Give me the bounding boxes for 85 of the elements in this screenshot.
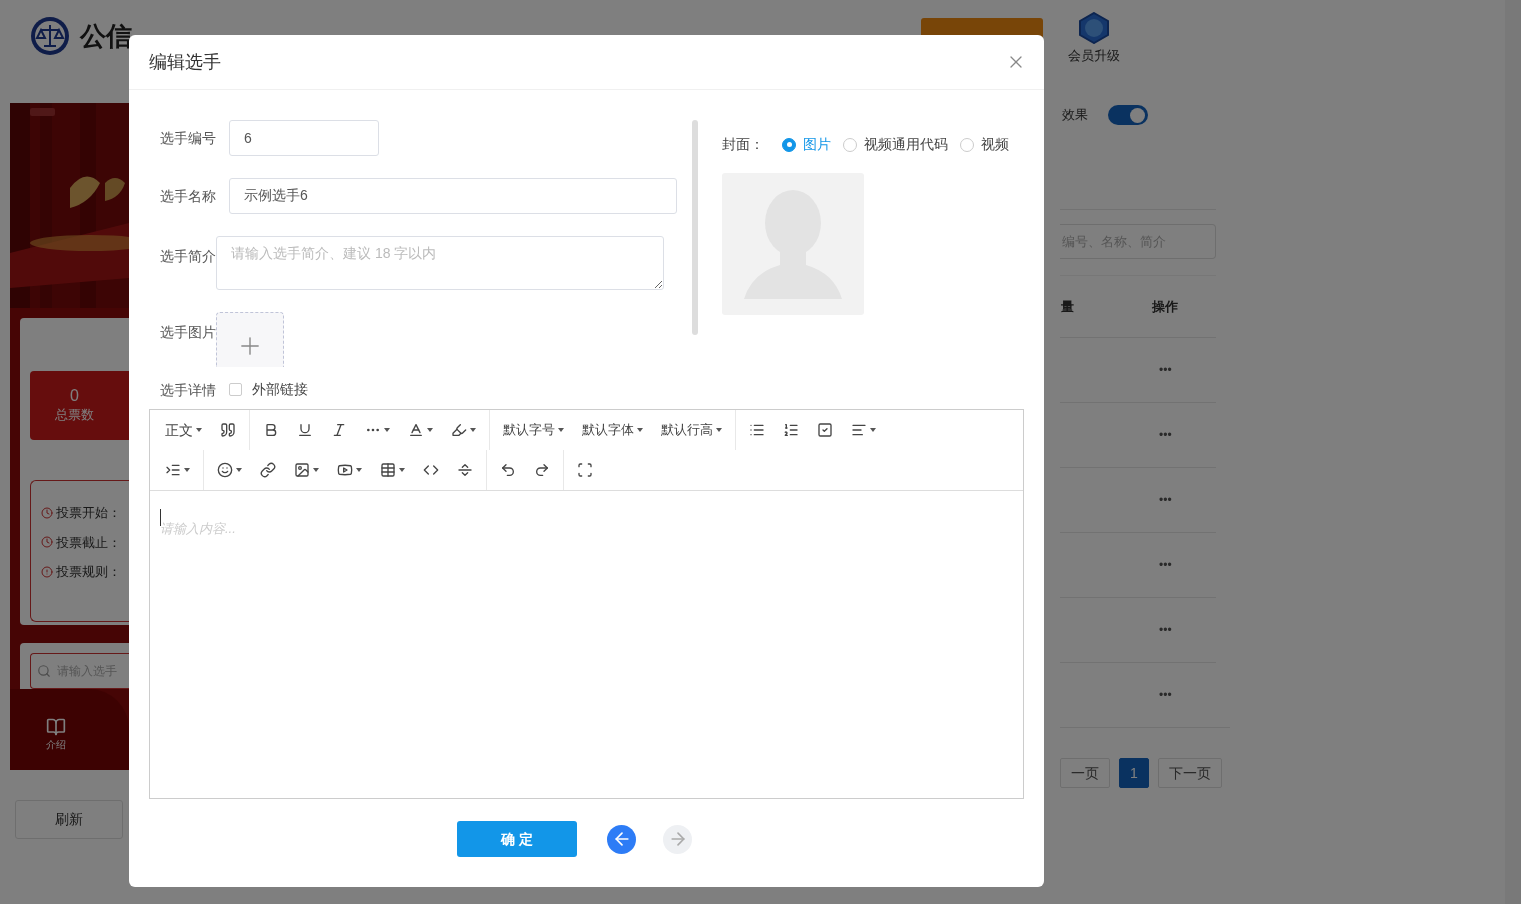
bold-icon bbox=[263, 422, 279, 438]
caret-icon bbox=[236, 468, 242, 472]
paragraph-dropdown[interactable]: 正文 bbox=[156, 415, 211, 445]
more-actions-button[interactable]: ••• bbox=[1159, 364, 1172, 376]
stat-value: 0 bbox=[70, 386, 79, 405]
highlighter-icon bbox=[451, 422, 467, 438]
field-label: 选手图片 bbox=[160, 324, 216, 340]
checkbox[interactable] bbox=[229, 383, 242, 396]
indent-icon bbox=[165, 462, 181, 478]
redo-icon bbox=[534, 462, 550, 478]
font-size-dropdown[interactable]: 默认字号 bbox=[494, 415, 573, 445]
underline-icon bbox=[297, 422, 313, 438]
caret-icon bbox=[356, 468, 362, 472]
pagination-button[interactable]: 1 bbox=[1119, 758, 1149, 788]
numbered-list-icon bbox=[783, 422, 799, 438]
column-header: 操作 bbox=[1152, 297, 1178, 316]
caret-icon bbox=[313, 468, 319, 472]
divider-icon bbox=[457, 462, 473, 478]
info-label: 投票规则： bbox=[56, 563, 121, 581]
emoji-icon bbox=[217, 462, 233, 478]
font-family-dropdown[interactable]: 默认字体 bbox=[573, 415, 652, 445]
field-label: 选手名称 bbox=[160, 187, 217, 206]
align-icon bbox=[851, 422, 867, 438]
book-icon bbox=[46, 717, 66, 737]
more-actions-button[interactable]: ••• bbox=[1159, 559, 1172, 571]
more-actions-button[interactable]: ••• bbox=[1159, 494, 1172, 506]
checkbox-list-icon bbox=[817, 422, 833, 438]
more-actions-button[interactable]: ••• bbox=[1159, 689, 1172, 701]
scales-logo-icon bbox=[30, 16, 70, 56]
column-header: 量 bbox=[1060, 297, 1075, 316]
italic-icon bbox=[331, 422, 347, 438]
caret-icon bbox=[558, 428, 564, 432]
line-height-dropdown[interactable]: 默认行高 bbox=[652, 415, 731, 445]
caret-icon bbox=[399, 468, 405, 472]
pagination-button[interactable]: 一页 bbox=[1060, 758, 1110, 788]
search-icon bbox=[37, 664, 51, 678]
caret-icon bbox=[427, 428, 433, 432]
link-icon bbox=[260, 462, 276, 478]
alert-icon bbox=[41, 565, 53, 578]
caret-icon bbox=[637, 428, 643, 432]
caret-icon bbox=[870, 428, 876, 432]
checkbox-label: 外部链接 bbox=[252, 380, 308, 399]
image-icon bbox=[294, 462, 310, 478]
caret-icon bbox=[196, 428, 202, 432]
dialog-title: 编辑选手 bbox=[149, 50, 221, 74]
intro-tab[interactable]: 介绍 bbox=[46, 717, 66, 752]
pagination-button[interactable]: 下一页 bbox=[1157, 758, 1222, 788]
quote-icon bbox=[220, 422, 236, 438]
clock-icon bbox=[41, 506, 53, 519]
field-label: 选手详情 bbox=[160, 380, 217, 400]
text-field[interactable]: 示例选手6 bbox=[229, 178, 677, 214]
field-label: 选手编号 bbox=[160, 129, 217, 148]
clock-icon bbox=[41, 536, 53, 549]
more-actions-button[interactable]: ••• bbox=[1159, 429, 1172, 441]
undo-icon bbox=[500, 462, 516, 478]
cover-radio[interactable]: 视频通用代码 bbox=[843, 134, 948, 155]
info-label: 投票开始： bbox=[56, 504, 121, 522]
stat-label: 总票数 bbox=[55, 405, 94, 424]
text-field[interactable]: 6 bbox=[229, 120, 379, 156]
code-icon bbox=[423, 462, 439, 478]
bullet-list-icon bbox=[749, 422, 765, 438]
info-label: 投票截止： bbox=[56, 533, 121, 552]
scrollbar[interactable] bbox=[692, 120, 698, 335]
vip-badge-icon bbox=[1077, 12, 1111, 44]
effect-toggle[interactable] bbox=[1108, 105, 1148, 125]
vip-upgrade-link[interactable]: 会员升级 bbox=[1068, 46, 1120, 66]
caret-icon bbox=[184, 468, 190, 472]
more-actions-button[interactable]: ••• bbox=[1159, 624, 1172, 636]
caret-icon bbox=[470, 428, 476, 432]
intro-textarea[interactable]: 请输入选手简介、建议 18 字以内 bbox=[216, 236, 664, 290]
back-button[interactable] bbox=[607, 824, 636, 854]
fullscreen-icon bbox=[577, 462, 593, 478]
cover-label: 封面： bbox=[722, 135, 764, 154]
cover-radio[interactable]: 视频 bbox=[960, 134, 1009, 155]
cover-radio[interactable]: 图片 bbox=[782, 134, 831, 155]
table-icon bbox=[380, 462, 396, 478]
field-label: 选手简介 bbox=[160, 248, 216, 264]
confirm-button[interactable]: 确 定 bbox=[457, 821, 577, 857]
caret-icon bbox=[716, 428, 722, 432]
refresh-button[interactable]: 刷新 bbox=[15, 800, 123, 839]
logo-text: 公信 bbox=[80, 19, 132, 53]
font-color-icon bbox=[408, 422, 424, 438]
caret-icon bbox=[384, 428, 390, 432]
toggle-label: 效果 bbox=[1061, 106, 1088, 125]
video-icon bbox=[337, 462, 353, 478]
